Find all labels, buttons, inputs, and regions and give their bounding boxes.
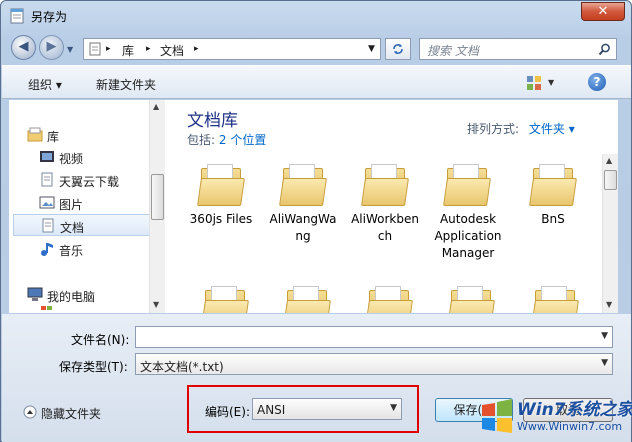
library-icon	[89, 42, 101, 56]
breadcrumb-separator[interactable]: ▸	[146, 44, 151, 54]
breadcrumb-separator[interactable]: ▸	[106, 44, 111, 54]
folder-icon[interactable]	[283, 286, 331, 313]
document-icon	[42, 218, 54, 233]
library-icon	[27, 127, 43, 142]
scroll-down-icon[interactable]: ▼	[606, 300, 612, 309]
sidebar-item-label: 音乐	[59, 244, 84, 258]
watermark: Win7系统之家 Www.Winwin7.com	[477, 393, 632, 441]
video-icon	[40, 151, 54, 162]
computer-icon	[27, 287, 43, 301]
scroll-up-icon[interactable]: ▲	[606, 156, 612, 165]
file-list-pane: 文档库 包括: 2 个位置 排列方式: 文件夹 ▾ 360js Files Al…	[165, 100, 618, 313]
notepad-icon	[10, 8, 24, 24]
search-placeholder: 搜索 文档	[427, 44, 479, 58]
windows-logo-icon	[482, 399, 512, 433]
music-icon	[41, 243, 53, 256]
refresh-button[interactable]	[385, 38, 411, 60]
search-input[interactable]: 搜索 文档	[419, 38, 617, 60]
address-dropdown-icon[interactable]: ▼	[368, 44, 375, 54]
encoding-value: ANSI	[257, 403, 286, 417]
filename-label: 文件名(N):	[71, 333, 130, 347]
scroll-down-icon[interactable]: ▼	[153, 300, 159, 309]
navigation-bar: ◀ ▶ ▼ ▸ 库 ▸ 文档 ▸ ▼ 搜索 文档	[1, 33, 631, 63]
breadcrumb-library[interactable]: 库	[122, 42, 134, 59]
sidebar-item-label: 文档	[60, 221, 85, 235]
recent-pages-dropdown[interactable]: ▼	[67, 45, 73, 54]
includes-label: 包括:	[187, 133, 216, 147]
file-name: 360js Files	[189, 212, 253, 226]
arrange-by: 排列方式: 文件夹 ▾	[467, 120, 575, 137]
filetype-select[interactable]: 文本文档(*.txt) ▼	[135, 353, 613, 375]
sidebar-item-computer[interactable]: 我的电脑	[27, 284, 167, 306]
folder-icon[interactable]	[531, 286, 579, 313]
back-button[interactable]: ◀	[11, 35, 36, 60]
help-button[interactable]: ?	[588, 73, 606, 91]
collapse-icon	[23, 405, 37, 419]
refresh-icon	[393, 44, 403, 54]
picture-icon	[39, 196, 55, 209]
watermark-brand: Win7系统之家	[517, 400, 632, 420]
sidebar-item-library[interactable]: 库	[27, 124, 167, 146]
windows-logo-icon	[41, 306, 52, 310]
sidebar-item-label: 天翼云下载	[59, 175, 120, 189]
sidebar-item-label: 库	[47, 130, 60, 144]
breadcrumb-separator[interactable]: ▸	[194, 44, 199, 54]
locations-link[interactable]: 2 个位置	[219, 133, 266, 147]
view-options-icon[interactable]	[526, 75, 542, 91]
organize-button[interactable]: 组织 ▾	[28, 76, 62, 93]
command-toolbar: 组织 ▾ 新建文件夹 ▼ ?	[2, 65, 631, 99]
file-name: AliWorkbench	[351, 212, 419, 243]
window-title: 另存为	[31, 10, 68, 24]
sidebar-item-documents[interactable]: 文档	[13, 214, 153, 236]
sidebar-item-label: 图片	[59, 198, 84, 212]
encoding-label: 编码(E):	[205, 405, 250, 419]
hide-folders-label: 隐藏文件夹	[41, 407, 102, 421]
forward-button[interactable]: ▶	[39, 35, 64, 60]
file-name: AliWangWang	[269, 212, 337, 243]
chevron-down-icon[interactable]: ▼	[390, 403, 397, 413]
chevron-down-icon[interactable]: ▼	[601, 331, 608, 341]
search-icon[interactable]	[598, 43, 611, 56]
file-name: BnS	[541, 212, 565, 226]
arrange-dropdown[interactable]: 文件夹 ▾	[529, 122, 575, 136]
arrange-label: 排列方式:	[467, 122, 520, 136]
address-bar[interactable]: ▸ 库 ▸ 文档 ▸ ▼	[83, 38, 381, 60]
scrollbar-thumb[interactable]	[151, 174, 164, 220]
library-title: 文档库	[187, 111, 238, 131]
file-list-scrollbar[interactable]: ▲ ▼	[602, 154, 618, 313]
view-dropdown-icon[interactable]: ▼	[548, 78, 554, 87]
close-button[interactable]: ✕	[581, 2, 625, 21]
folder-icon[interactable]	[365, 286, 413, 313]
folder-icon	[443, 164, 491, 206]
folder-icon[interactable]	[447, 286, 495, 313]
library-includes: 包括: 2 个位置	[187, 131, 266, 148]
folder-icon[interactable]	[201, 286, 249, 313]
folder-icon	[529, 164, 577, 206]
title-bar: 另存为 ✕	[1, 1, 631, 31]
file-name: Autodesk Application Manager	[434, 212, 502, 260]
new-folder-button[interactable]: 新建文件夹	[96, 76, 156, 93]
filetype-label: 保存类型(T):	[59, 360, 128, 374]
watermark-url: Www.Winwin7.com	[517, 420, 623, 433]
encoding-select[interactable]: ANSI ▼	[252, 398, 402, 420]
folder-icon	[197, 164, 245, 206]
folder-icon	[361, 164, 409, 206]
navigation-pane: 库 视频 天翼云下载 图片 文档 音乐 我的电脑	[9, 100, 164, 313]
sidebar-item-label: 我的电脑	[47, 290, 96, 304]
document-icon	[41, 172, 53, 187]
folder-icon	[279, 164, 327, 206]
breadcrumb-documents[interactable]: 文档	[160, 42, 184, 59]
sidebar-item-label: 视频	[59, 152, 84, 166]
save-as-dialog: 另存为 ✕ ◀ ▶ ▼ ▸ 库 ▸ 文档 ▸ ▼ 搜索 文档 组织 ▾ 新建文件…	[0, 0, 632, 442]
scrollbar-thumb[interactable]	[604, 170, 617, 190]
filename-field[interactable]: ▼	[135, 326, 613, 348]
scroll-up-icon[interactable]: ▲	[153, 102, 159, 111]
filetype-value: 文本文档(*.txt)	[140, 360, 224, 374]
nav-pane-scrollbar[interactable]: ▲ ▼	[149, 100, 165, 313]
chevron-down-icon[interactable]: ▼	[601, 358, 608, 368]
